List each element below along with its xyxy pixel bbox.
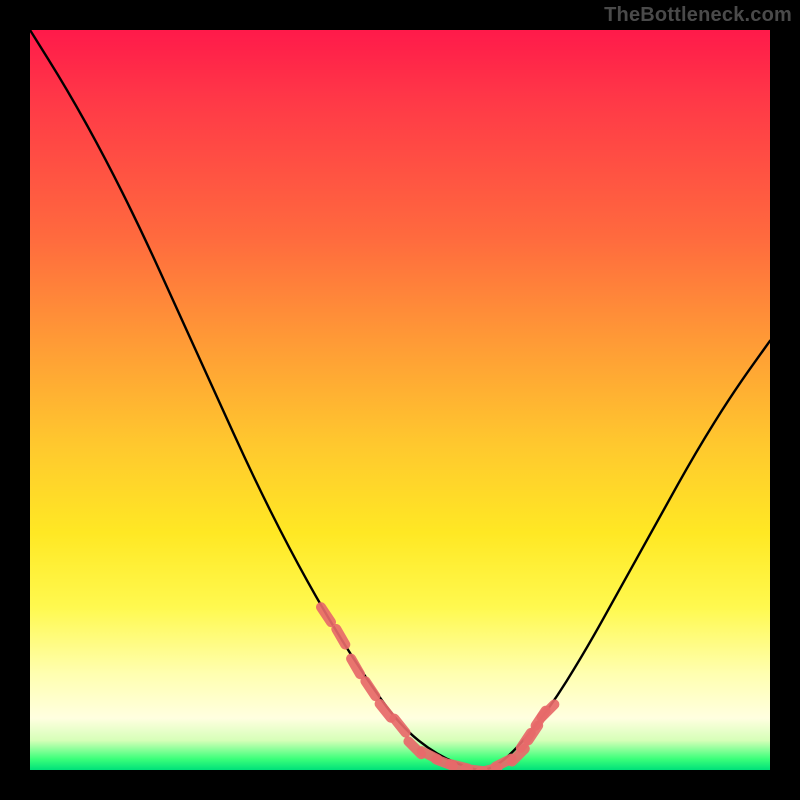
marker-dash (365, 681, 375, 696)
marker-dash (380, 704, 391, 718)
marker-dash (394, 719, 405, 733)
marker-dash (321, 607, 331, 622)
plot-area (30, 30, 770, 770)
bottleneck-curve-path (30, 30, 770, 770)
marker-band-group (321, 607, 554, 770)
marker-dash (351, 659, 360, 675)
curve-svg (30, 30, 770, 770)
chart-frame: TheBottleneck.com (0, 0, 800, 800)
watermark-text: TheBottleneck.com (604, 4, 792, 27)
marker-dash (336, 629, 345, 645)
